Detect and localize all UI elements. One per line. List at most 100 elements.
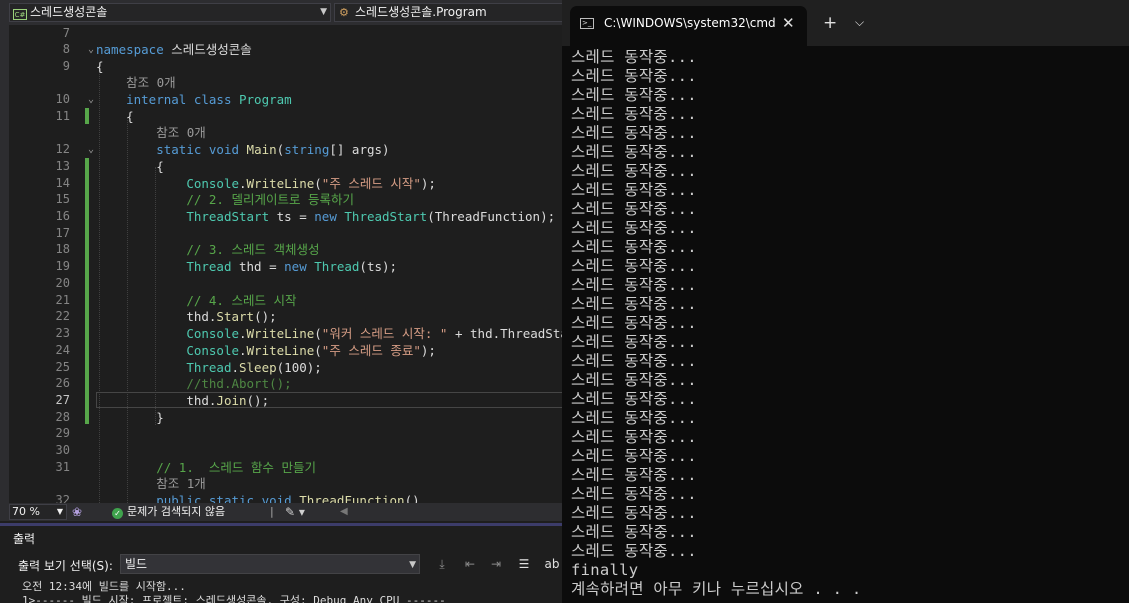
line-number: 31 — [55, 460, 70, 474]
code-line[interactable]: 22 thd.Start(); — [0, 308, 562, 325]
terminal-line: 스레드 동작중... — [571, 542, 697, 560]
chevron-down-icon[interactable]: ⌵ — [855, 15, 864, 30]
output-panel: 출력 출력 보기 선택(S): 빌드 ▼ ⤓ ⇤ ⇥ ☰ ab 오전 12:34… — [0, 523, 562, 603]
copilot-icon[interactable]: ❀ — [72, 503, 82, 521]
code-line[interactable]: 14 Console.WriteLine("주 스레드 시작"); — [0, 175, 562, 192]
codelens-line[interactable]: 참조 1개 — [0, 475, 562, 492]
code-line[interactable]: 11 { — [0, 108, 562, 125]
chevron-down-icon: ▼ — [56, 507, 63, 516]
code-line[interactable]: 29 — [0, 425, 562, 442]
find-message-icon[interactable]: ⤓ — [434, 556, 450, 572]
line-number: 22 — [55, 309, 70, 323]
line-number: 30 — [55, 443, 70, 457]
output-title: 출력 — [13, 532, 36, 546]
code-line[interactable]: 15 // 2. 델리게이트로 등록하기 — [0, 191, 562, 208]
code-line[interactable]: 31 // 1. 스레드 함수 만들기 — [0, 459, 562, 476]
terminal-tab-bar: >_ C:\WINDOWS\system32\cmd ✕ + ⌵ — [562, 0, 1129, 46]
fold-toggle-icon[interactable]: ⌄ — [88, 141, 94, 158]
code-text: thd.Start(); — [186, 309, 277, 324]
code-line[interactable]: 10 ⌄ internal class Program — [0, 91, 562, 108]
terminal-line: 스레드 동작중... — [571, 428, 697, 446]
terminal-line: 스레드 동작중... — [571, 333, 697, 351]
code-line[interactable]: 27 thd.Join(); — [0, 392, 562, 409]
terminal-output[interactable]: 스레드 동작중... 스레드 동작중... 스레드 동작중... 스레드 동작중...… — [571, 48, 1126, 599]
line-number: 21 — [55, 293, 70, 307]
code-line[interactable]: 16 ThreadStart ts = new ThreadStart(Thre… — [0, 208, 562, 225]
code-line[interactable]: 17 — [0, 225, 562, 242]
scroll-left-icon[interactable]: ◀ — [340, 503, 348, 521]
terminal-line: 스레드 동작중... — [571, 162, 697, 180]
class-dropdown[interactable]: ⚙ 스레드생성콘솔.Program — [334, 3, 562, 22]
word-wrap-icon[interactable]: ab — [544, 556, 560, 572]
next-message-icon[interactable]: ⇥ — [488, 556, 504, 572]
class-icon: ⚙ — [339, 6, 349, 19]
line-number: 16 — [55, 209, 70, 223]
code-line[interactable]: 18 // 3. 스레드 객체생성 — [0, 241, 562, 258]
code-text: 참조 1개 — [156, 476, 206, 491]
codelens-line[interactable]: 참조 0개 — [0, 74, 562, 91]
cmd-icon: >_ — [580, 18, 594, 29]
code-line[interactable]: 19 Thread thd = new Thread(ts); — [0, 258, 562, 275]
code-line[interactable]: 8 ⌄ namespace 스레드생성콘솔 — [0, 41, 562, 58]
issues-indicator[interactable]: ✓ 문제가 검색되지 않음 — [112, 503, 225, 521]
close-icon[interactable]: ✕ — [782, 14, 795, 32]
code-line[interactable]: 32 public static void ThreadFunction() — [0, 492, 562, 503]
terminal-line: finally — [571, 561, 639, 579]
output-source-value: 빌드 — [125, 557, 148, 571]
code-text: 참조 0개 — [126, 75, 176, 90]
terminal-line: 스레드 동작중... — [571, 504, 697, 522]
terminal-line: 스레드 동작중... — [571, 86, 697, 104]
editor-status-bar: 70 % ▼ ❀ ✓ 문제가 검색되지 않음 | ✎ ▾ ◀ — [0, 503, 562, 521]
code-line[interactable]: 23 Console.WriteLine("워커 스레드 시작: " + thd… — [0, 325, 562, 342]
code-text: // 2. 델리게이트로 등록하기 — [186, 192, 354, 207]
terminal-line: 스레드 동작중... — [571, 67, 697, 85]
terminal-tab[interactable]: >_ C:\WINDOWS\system32\cmd ✕ — [570, 6, 807, 46]
code-line[interactable]: 7 — [0, 25, 562, 42]
terminal-line: 스레드 동작중... — [571, 371, 697, 389]
brush-icon[interactable]: ✎ ▾ — [285, 503, 305, 521]
terminal-line: 스레드 동작중... — [571, 276, 697, 294]
code-line[interactable]: 28 } — [0, 409, 562, 426]
line-number: 7 — [62, 26, 70, 40]
code-editor[interactable]: 7 8 ⌄ namespace 스레드생성콘솔 9{ 참조 0개 10 ⌄ internal… — [0, 25, 562, 503]
code-text: { — [96, 59, 104, 74]
line-number: 19 — [55, 259, 70, 273]
terminal-line: 스레드 동작중... — [571, 124, 697, 142]
code-line[interactable]: 9{ — [0, 58, 562, 75]
code-line[interactable]: 21 // 4. 스레드 시작 — [0, 292, 562, 309]
project-dropdown[interactable]: C# 스레드생성콘솔 ▼ — [9, 3, 331, 22]
code-text: ThreadStart ts = new ThreadStart(ThreadF… — [186, 209, 556, 224]
terminal-line: 스레드 동작중... — [571, 466, 697, 484]
code-text: //thd.Abort(); — [186, 376, 292, 391]
line-number: 12 — [55, 142, 70, 156]
fold-toggle-icon[interactable]: ⌄ — [88, 91, 94, 108]
code-text: internal class Program — [126, 92, 292, 107]
code-line[interactable]: 30 — [0, 442, 562, 459]
code-line[interactable]: 20 — [0, 275, 562, 292]
code-line[interactable]: 25 Thread.Sleep(100); — [0, 359, 562, 376]
code-line[interactable]: 12 ⌄ static void Main(string[] args) — [0, 141, 562, 158]
csharp-project-icon: C# — [13, 9, 27, 20]
previous-message-icon[interactable]: ⇤ — [462, 556, 478, 572]
codelens-line[interactable]: 참조 0개 — [0, 124, 562, 141]
output-source-dropdown[interactable]: 빌드 ▼ — [120, 554, 420, 574]
terminal-line: 스레드 동작중... — [571, 409, 697, 427]
code-line[interactable]: 24 Console.WriteLine("주 스레드 종료"); — [0, 342, 562, 359]
line-number: 20 — [55, 276, 70, 290]
chevron-down-icon: ▼ — [409, 560, 416, 570]
terminal-line: 스레드 동작중... — [571, 200, 697, 218]
zoom-dropdown[interactable]: 70 % ▼ — [9, 504, 67, 520]
code-line[interactable]: 26 //thd.Abort(); — [0, 375, 562, 392]
fold-toggle-icon[interactable]: ⌄ — [88, 41, 94, 58]
clear-all-icon[interactable]: ☰ — [516, 556, 532, 572]
new-tab-button[interactable]: + — [823, 13, 837, 33]
code-text: // 3. 스레드 객체생성 — [186, 242, 320, 257]
terminal-tab-title: C:\WINDOWS\system32\cmd — [604, 16, 776, 30]
chevron-down-icon: ▼ — [320, 7, 327, 17]
terminal-line: 스레드 동작중... — [571, 257, 697, 275]
code-line[interactable]: 13 { — [0, 158, 562, 175]
navigation-bar: C# 스레드생성콘솔 ▼ ⚙ 스레드생성콘솔.Program — [0, 0, 562, 26]
code-text: // 1. 스레드 함수 만들기 — [156, 460, 316, 475]
code-text: Console.WriteLine("주 스레드 종료"); — [186, 343, 436, 358]
line-number: 28 — [55, 410, 70, 424]
